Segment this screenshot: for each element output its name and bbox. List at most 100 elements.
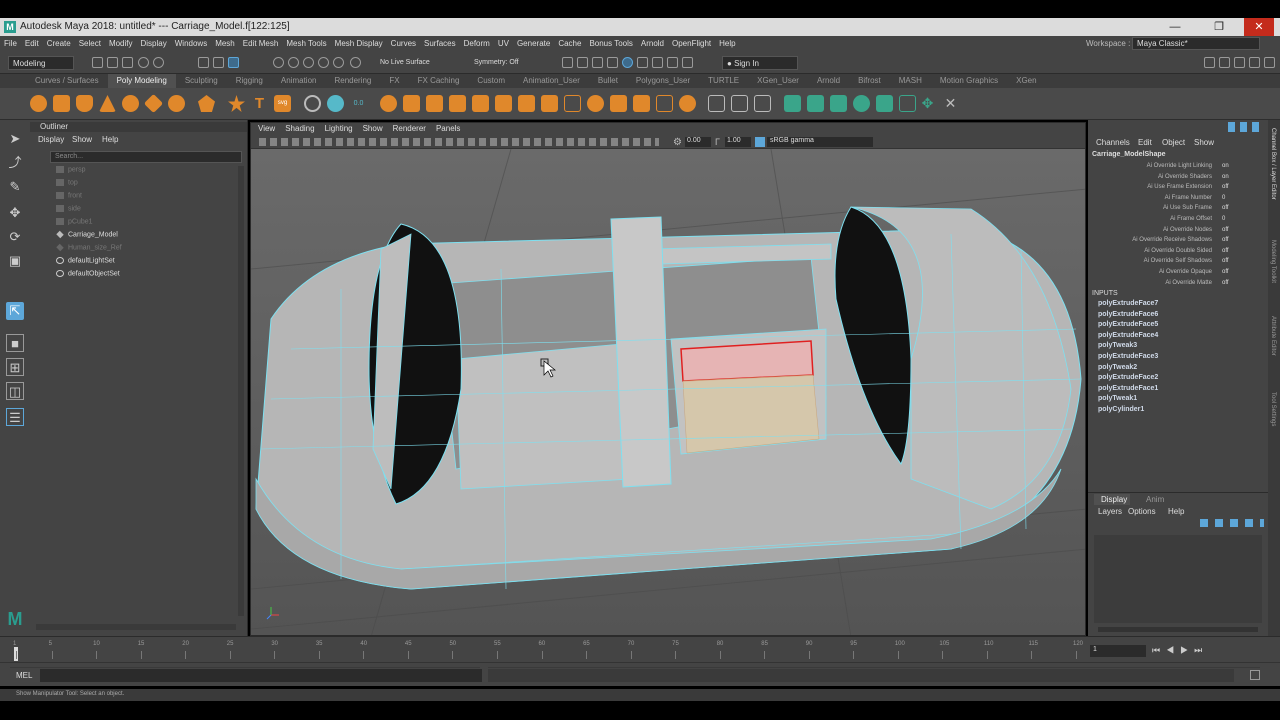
layer-menu-help[interactable]: Help xyxy=(1168,507,1184,516)
boolean-icon[interactable] xyxy=(426,95,443,112)
cb-input-node[interactable]: polyExtrudeFace6 xyxy=(1098,311,1158,318)
collapse-icon[interactable] xyxy=(656,95,673,112)
toggle-modeling-toolkit-icon[interactable] xyxy=(1204,57,1215,68)
shelf-tab-animation[interactable]: Animation xyxy=(272,74,326,88)
outliner-menu-display[interactable]: Display xyxy=(38,135,64,144)
shelf-tab-xgen[interactable]: XGen xyxy=(1007,74,1045,88)
menu-edit-mesh[interactable]: Edit Mesh xyxy=(239,36,283,48)
cb-attribute-value[interactable]: on xyxy=(1222,163,1229,169)
cb-attribute-value[interactable]: off xyxy=(1222,227,1229,233)
append-polygon-icon[interactable] xyxy=(610,95,627,112)
menu-generate[interactable]: Generate xyxy=(513,36,554,48)
outliner-item[interactable]: side xyxy=(56,205,81,217)
cb-attribute-row[interactable]: Ai Frame Number 0 xyxy=(1088,195,1268,205)
toggle-channel-box-icon[interactable] xyxy=(1249,57,1260,68)
menu-deform[interactable]: Deform xyxy=(460,36,494,48)
fill-hole-icon[interactable] xyxy=(587,95,604,112)
cb-input-node[interactable]: polyTweak2 xyxy=(1098,364,1137,371)
cb-attribute-value[interactable]: off xyxy=(1222,280,1229,286)
cb-attribute-value[interactable]: on xyxy=(1222,174,1229,180)
cut-uv-icon[interactable]: ✥ xyxy=(919,95,936,112)
extrude-icon[interactable] xyxy=(541,95,558,112)
shelf-tab-fx[interactable]: FX xyxy=(380,74,408,88)
paint-select-button[interactable]: ✎ xyxy=(6,178,24,196)
render-frame-icon[interactable] xyxy=(577,57,588,68)
select-object-icon[interactable] xyxy=(213,57,224,68)
tab-modeling-toolkit[interactable]: Modeling Toolkit xyxy=(1270,240,1276,283)
cylindrical-map-icon[interactable] xyxy=(830,95,847,112)
outliner-scrollbar[interactable] xyxy=(238,166,244,616)
cb-attribute-value[interactable]: off xyxy=(1222,248,1229,254)
measure-icon[interactable]: 0.0 xyxy=(350,95,367,112)
shelf-tab-poly-modeling[interactable]: Poly Modeling xyxy=(107,74,176,88)
cb-input-node[interactable]: polyCylinder1 xyxy=(1098,406,1144,413)
symmetry-label[interactable]: Symmetry: Off xyxy=(474,59,519,66)
cb-input-node[interactable]: polyTweak3 xyxy=(1098,342,1137,349)
shelf-tab-bullet[interactable]: Bullet xyxy=(589,74,627,88)
cb-input-node[interactable]: polyExtrudeFace5 xyxy=(1098,321,1158,328)
play-icon[interactable]: ▶ xyxy=(1180,645,1194,655)
shelf-tab-motion-graphics[interactable]: Motion Graphics xyxy=(931,74,1007,88)
uv-editor-icon[interactable] xyxy=(784,95,801,112)
menu-mesh-display[interactable]: Mesh Display xyxy=(331,36,387,48)
combine-icon[interactable] xyxy=(380,95,397,112)
menu-help[interactable]: Help xyxy=(715,36,739,48)
insert-edge-loop-icon[interactable] xyxy=(731,95,748,112)
delete-history-icon[interactable]: ✕ xyxy=(942,95,959,112)
select-hierarchy-icon[interactable] xyxy=(198,57,209,68)
cb-menu-channels[interactable]: Channels xyxy=(1096,138,1130,147)
cb-attribute-value[interactable]: 0 xyxy=(1222,216,1225,222)
command-input[interactable] xyxy=(40,669,482,682)
menu-bonus-tools[interactable]: Bonus Tools xyxy=(585,36,636,48)
cb-attribute-row[interactable]: Ai Override Matte off xyxy=(1088,280,1268,290)
cb-attribute-row[interactable]: Ai Override Self Shadows off xyxy=(1088,258,1268,268)
toggle-tool-settings-icon[interactable] xyxy=(1234,57,1245,68)
tab-tool-settings[interactable]: Tool Settings xyxy=(1270,392,1276,426)
poly-disc-icon[interactable] xyxy=(168,95,185,112)
cb-menu-object[interactable]: Object xyxy=(1162,138,1185,147)
outliner-item[interactable]: top xyxy=(56,179,78,191)
mode-dropdown[interactable]: Modeling xyxy=(8,56,74,70)
outliner-item[interactable]: Human_size_Ref xyxy=(56,243,122,256)
cb-input-node[interactable]: polyExtrudeFace2 xyxy=(1098,374,1158,381)
shelf-tab-xgen-user[interactable]: XGen_User xyxy=(748,74,808,88)
super-shape-icon[interactable] xyxy=(228,95,245,112)
outliner-layout-button[interactable]: ☰ xyxy=(6,408,24,426)
shelf-tab-sculpting[interactable]: Sculpting xyxy=(176,74,227,88)
persp-outliner-button[interactable]: ◫ xyxy=(6,382,24,400)
shelf-tab-mash[interactable]: MASH xyxy=(890,74,931,88)
single-view-button[interactable]: ■ xyxy=(6,334,24,352)
smooth-icon[interactable] xyxy=(449,95,466,112)
outliner-item[interactable]: pCube1 xyxy=(56,218,93,230)
vp-menu-show[interactable]: Show xyxy=(358,123,388,133)
render-settings-icon[interactable] xyxy=(607,57,618,68)
menu-surfaces[interactable]: Surfaces xyxy=(420,36,460,48)
maya-brand-button[interactable]: M xyxy=(6,610,24,628)
platonic-solid-icon[interactable] xyxy=(198,95,215,112)
cb-attribute-value[interactable]: off xyxy=(1222,205,1229,211)
svg-tool-icon[interactable]: svg xyxy=(274,95,291,112)
bevel-icon[interactable] xyxy=(564,95,581,112)
maximize-button[interactable]: ❐ xyxy=(1204,18,1234,36)
layer-list[interactable] xyxy=(1094,535,1262,623)
lasso-tool-button[interactable]: ⤴ xyxy=(6,154,24,172)
snap-point-icon[interactable] xyxy=(303,57,314,68)
open-scene-icon[interactable] xyxy=(107,57,118,68)
script-editor-icon[interactable] xyxy=(1250,670,1260,680)
menu-file[interactable]: File xyxy=(0,36,21,48)
cb-attribute-value[interactable]: off xyxy=(1222,258,1229,264)
cb-attribute-row[interactable]: Ai Override Light Linking on xyxy=(1088,163,1268,173)
snap-surface-icon[interactable] xyxy=(333,57,344,68)
show-manipulator-button[interactable]: ⇱ xyxy=(6,302,24,320)
menu-select[interactable]: Select xyxy=(75,36,105,48)
sculpt-tool-icon[interactable] xyxy=(304,95,321,112)
pause-icon[interactable] xyxy=(682,57,693,68)
multi-cut-icon[interactable] xyxy=(327,95,344,112)
arnold-render-icon[interactable] xyxy=(652,57,663,68)
poly-cylinder-icon[interactable] xyxy=(76,95,93,112)
cb-input-node[interactable]: polyExtrudeFace4 xyxy=(1098,332,1158,339)
offset-edge-loop-icon[interactable] xyxy=(754,95,771,112)
exposure-field[interactable]: 0.00 xyxy=(685,137,711,147)
new-scene-icon[interactable] xyxy=(92,57,103,68)
cb-input-node[interactable]: polyExtrudeFace3 xyxy=(1098,353,1158,360)
